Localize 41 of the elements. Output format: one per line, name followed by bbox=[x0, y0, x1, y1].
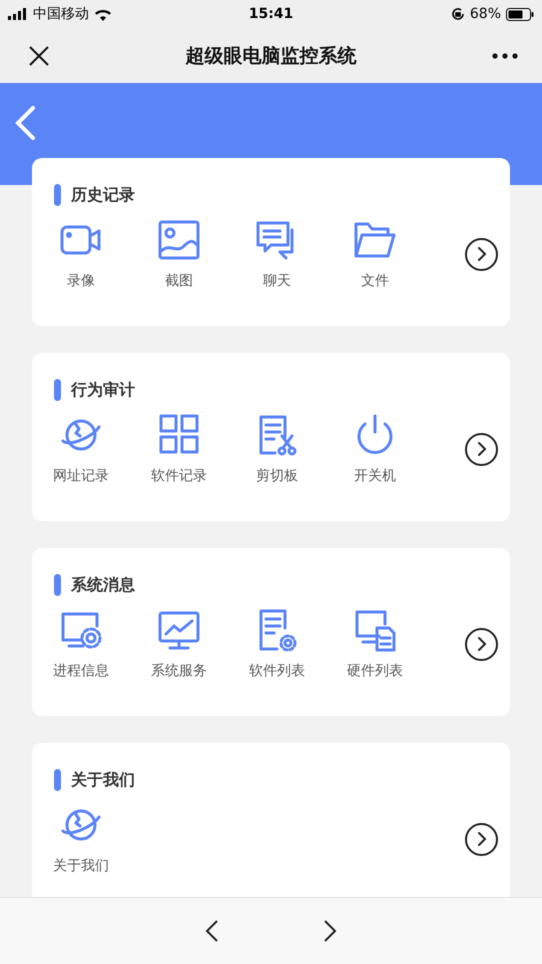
menu-item-label[interactable]: 软件记录 bbox=[151, 467, 207, 485]
section-title: 关于我们 bbox=[71, 770, 135, 790]
close-button[interactable] bbox=[28, 44, 50, 66]
menu-item-label[interactable]: 剪切板 bbox=[256, 467, 298, 485]
more-button[interactable] bbox=[465, 628, 498, 660]
menu-item-label[interactable]: 录像 bbox=[67, 272, 95, 290]
signal-icon bbox=[8, 8, 28, 20]
battery-percentage: 68% bbox=[470, 6, 502, 22]
accent-bar bbox=[54, 184, 61, 206]
menu-item-label[interactable]: 网址记录 bbox=[53, 467, 109, 485]
rotation-lock-icon bbox=[450, 7, 465, 21]
menu-item-label[interactable]: 开关机 bbox=[354, 467, 396, 485]
chevron-right-icon bbox=[476, 636, 488, 652]
battery-icon bbox=[506, 8, 534, 20]
clock-time: 15:41 bbox=[248, 6, 294, 22]
chevron-right-icon bbox=[476, 441, 488, 457]
section-title: 系统消息 bbox=[71, 574, 135, 596]
menu-item-label[interactable]: 硬件列表 bbox=[347, 662, 403, 680]
accent-bar bbox=[54, 769, 61, 791]
chevron-right-icon bbox=[476, 831, 488, 847]
accent-bar bbox=[54, 379, 61, 401]
menu-item-label[interactable]: 聊天 bbox=[263, 272, 291, 290]
accent-bar bbox=[54, 574, 61, 596]
forward-button[interactable] bbox=[323, 919, 337, 943]
more-button[interactable] bbox=[465, 238, 498, 270]
menu-item-label[interactable]: 进程信息 bbox=[53, 662, 109, 680]
more-button[interactable] bbox=[465, 432, 498, 466]
more-options-button[interactable] bbox=[492, 52, 518, 58]
menu-item-label[interactable]: 截图 bbox=[165, 272, 193, 290]
menu-item-label[interactable]: 关于我们 bbox=[53, 857, 109, 875]
page-title: 超级眼电脑监控系统 bbox=[184, 44, 358, 68]
section-title: 行为审计 bbox=[71, 380, 135, 400]
chevron-right-icon bbox=[476, 246, 488, 262]
menu-item-label[interactable]: 软件列表 bbox=[249, 662, 305, 680]
wifi-icon bbox=[94, 8, 112, 20]
section-title: 历史记录 bbox=[71, 184, 135, 206]
more-button[interactable] bbox=[465, 822, 498, 856]
menu-item-label[interactable]: 系统服务 bbox=[151, 662, 207, 680]
back-button[interactable] bbox=[205, 919, 219, 943]
carrier-name: 中国移动 bbox=[33, 5, 89, 23]
menu-item-label[interactable]: 文件 bbox=[361, 272, 389, 290]
